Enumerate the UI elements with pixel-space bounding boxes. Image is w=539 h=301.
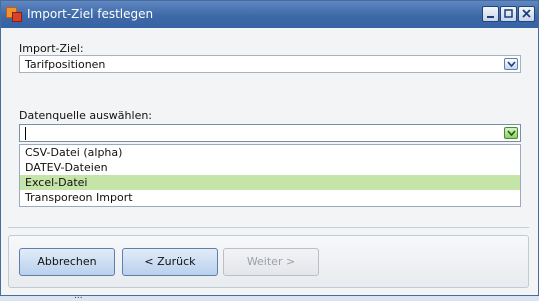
import-target-dropdown-button[interactable]: [504, 58, 518, 70]
import-target-label: Import-Ziel:: [19, 42, 84, 55]
datasource-dropdown-button[interactable]: [504, 127, 518, 139]
app-icon: [6, 7, 22, 22]
title-bar[interactable]: Import-Ziel festlegen: [1, 1, 538, 28]
list-item-selected[interactable]: Excel-Datei: [20, 175, 520, 190]
datasource-select[interactable]: [19, 124, 521, 142]
divider: [8, 227, 529, 228]
minimize-button[interactable]: [482, 6, 499, 22]
close-button[interactable]: [518, 6, 535, 22]
next-button[interactable]: Weiter >: [223, 248, 319, 276]
chevron-down-icon: [507, 61, 516, 68]
maximize-icon: [504, 9, 513, 18]
import-target-value: Tarifpositionen: [25, 58, 106, 71]
cancel-button[interactable]: Abbrechen: [19, 248, 115, 276]
chevron-down-icon: [507, 130, 516, 137]
list-item[interactable]: Transporeon Import: [20, 190, 520, 205]
text-caret: [25, 127, 26, 140]
list-item[interactable]: DATEV-Dateien: [20, 160, 520, 175]
list-item[interactable]: CSV-Datei (alpha): [20, 145, 520, 160]
datasource-dropdown-list: CSV-Datei (alpha) DATEV-Dateien Excel-Da…: [19, 144, 521, 207]
background-window-text: ...: [74, 291, 83, 301]
import-target-select[interactable]: Tarifpositionen: [19, 55, 521, 73]
back-button[interactable]: < Zurück: [122, 248, 218, 276]
datasource-label: Datenquelle auswählen:: [19, 109, 153, 122]
maximize-button[interactable]: [500, 6, 517, 22]
minimize-icon: [487, 16, 494, 18]
window-title: Import-Ziel festlegen: [27, 7, 154, 21]
close-icon: [522, 9, 531, 18]
